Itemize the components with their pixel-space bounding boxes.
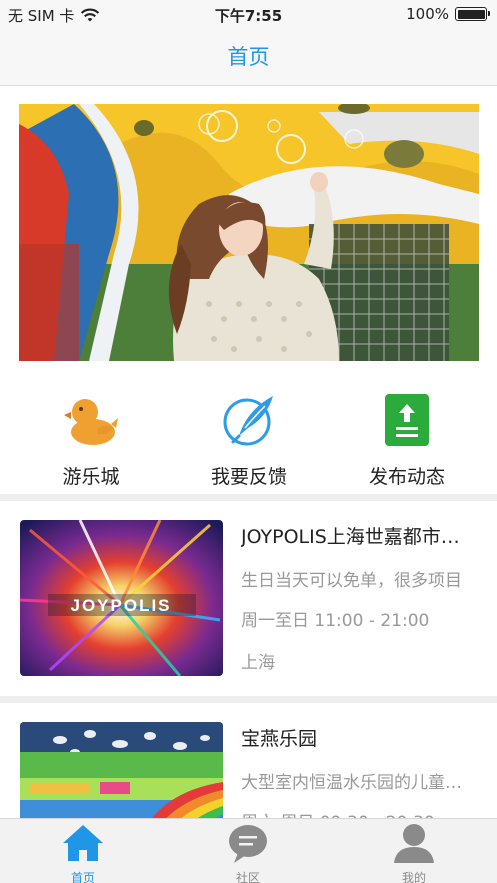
battery-percent: 100% [406,5,449,23]
tab-bar: 首页 社区 我的 [0,818,497,883]
user-icon [394,824,434,863]
tab-label: 我的 [401,871,426,883]
quick-action-label: 游乐城 [62,466,120,488]
status-right: 100% [406,5,490,23]
status-bar: 无 SIM 卡 下午7:55 100% [0,0,497,28]
tab-label: 社区 [235,871,260,883]
duck-icon [64,399,118,445]
quick-action-feedback[interactable]: 我要反馈 [179,392,319,489]
tab-community[interactable]: 社区 [188,819,308,883]
quick-action-post-update[interactable]: 发布动态 [337,392,477,489]
venue-title: JOYPOLIS上海世嘉都市乐园 [241,526,477,548]
home-icon [63,825,103,861]
quick-action-label: 我要反馈 [210,466,287,488]
banner-illustration [19,104,479,361]
venue-hours: 周一至日 11:00 - 21:00 [241,611,430,631]
tab-profile[interactable]: 我的 [354,819,474,883]
feather-pen-icon [223,396,273,446]
quick-action-label: 发布动态 [368,466,445,488]
venue-thumbnail: JOYPOLIS [20,520,223,676]
venue-card[interactable]: JOYPOLIS JOYPOLIS上海世嘉都市乐园 生日当天可以免单，很多项目 … [0,500,497,680]
venue-title: 宝燕乐园 [241,728,318,750]
thumbnail-logo-text: JOYPOLIS [70,596,171,615]
quick-action-amusement-city[interactable]: 游乐城 [21,392,161,489]
quick-actions: 游乐城 我要反馈 发布动态 [0,392,497,492]
nav-bar: 首页 [0,28,497,86]
venue-city: 上海 [241,653,275,673]
battery-icon [455,7,490,21]
chat-bubble-icon [229,825,267,863]
page-title: 首页 [227,45,270,69]
joypolis-image: JOYPOLIS [20,520,223,676]
banner-image[interactable] [19,104,479,361]
venue-description: 生日当天可以免单，很多项目 [241,571,462,591]
venue-description: 大型室内恒温水乐园的儿童乐园 [241,773,477,793]
upload-icon [385,394,429,446]
tab-label: 首页 [70,871,95,883]
tab-home[interactable]: 首页 [23,819,143,883]
